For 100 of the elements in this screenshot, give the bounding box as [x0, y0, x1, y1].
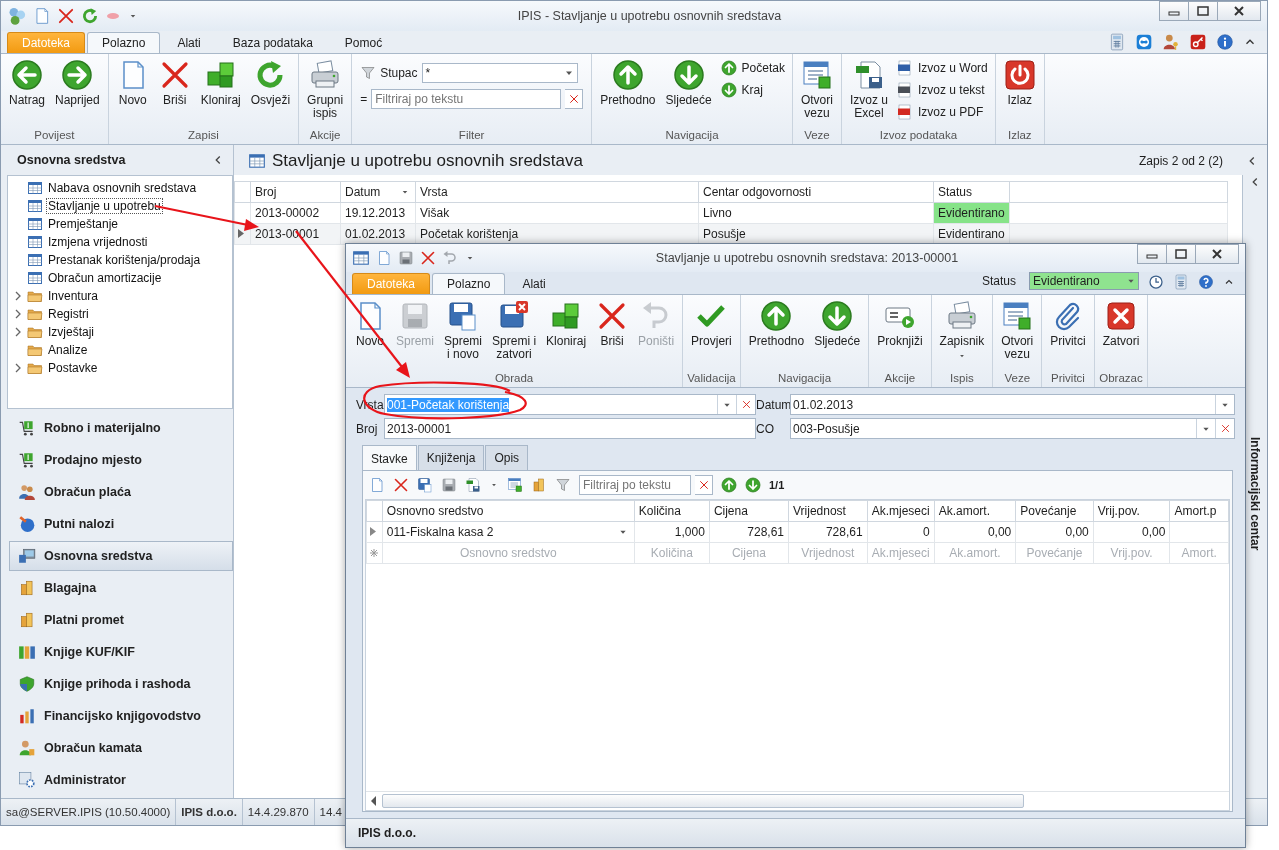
- column-header[interactable]: Vrij.pov.: [1093, 500, 1170, 522]
- export-file-icon: [896, 104, 913, 120]
- tab[interactable]: Opis: [485, 445, 529, 470]
- column-header[interactable]: Vrijednost: [788, 500, 868, 522]
- ribbon-button[interactable]: Naprijed: [51, 57, 104, 110]
- ribbon-tab[interactable]: Alati: [507, 273, 561, 294]
- ribbon-tab[interactable]: Pomoć: [329, 32, 398, 53]
- ribbon-button[interactable]: Otvori vezu: [997, 298, 1038, 364]
- status-dropdown[interactable]: Evidentirano: [1029, 272, 1139, 290]
- tree-item[interactable]: Stavljanje u upotrebu: [46, 198, 163, 214]
- tab[interactable]: Stavke: [362, 445, 417, 470]
- ribbon-button[interactable]: Izvoz u PDF: [893, 103, 991, 121]
- tree-item[interactable]: Postavke: [46, 360, 100, 376]
- cubes-icon: [204, 59, 237, 91]
- tree-item[interactable]: Analize: [46, 342, 90, 358]
- tree-item[interactable]: Obračun amortizacije: [46, 270, 164, 286]
- module-button[interactable]: Platni promet: [9, 605, 233, 635]
- ribbon-button[interactable]: Osvježi: [246, 57, 295, 110]
- column-header[interactable]: Količina: [634, 500, 710, 522]
- ribbon-button[interactable]: Otvori vezu: [796, 57, 837, 123]
- clear-button[interactable]: [695, 475, 713, 495]
- ribbon-button[interactable]: Kloniraj: [542, 298, 591, 351]
- module-button[interactable]: Financijsko knjigovodstvo: [9, 701, 233, 731]
- column-header[interactable]: Centar odgovornosti: [698, 181, 934, 203]
- module-button[interactable]: Prodajno mjesto: [9, 445, 233, 475]
- module-button[interactable]: Obračun plaća: [9, 477, 233, 507]
- minimize-button[interactable]: [1137, 244, 1167, 264]
- tree-item[interactable]: Nabava osnovnih sredstava: [46, 180, 199, 196]
- maximize-button[interactable]: [1166, 244, 1196, 264]
- ribbon-button[interactable]: Kloniraj: [196, 57, 245, 110]
- column-header[interactable]: Ak.mjeseci: [867, 500, 935, 522]
- ribbon-button[interactable]: Kraj: [717, 81, 788, 99]
- column-header[interactable]: Datum: [340, 181, 416, 203]
- module-button[interactable]: Robno i materijalno: [9, 413, 233, 443]
- ribbon-button[interactable]: Prethodno: [596, 57, 660, 110]
- ribbon-button[interactable]: Prethodno: [744, 298, 809, 351]
- ribbon-button[interactable]: Proknjiži: [873, 298, 927, 351]
- ribbon-button[interactable]: Briši: [592, 298, 633, 351]
- module-button[interactable]: Obračun kamata: [9, 733, 233, 763]
- delete-icon: [393, 477, 409, 493]
- field-label: Stupac: [380, 66, 418, 80]
- tree-item[interactable]: Izmjena vrijednosti: [46, 234, 150, 250]
- column-header[interactable]: Amort.p: [1169, 500, 1229, 522]
- input-field[interactable]: 2013-00001: [384, 418, 756, 439]
- tree-item[interactable]: Izvještaji: [46, 324, 96, 340]
- ribbon-button[interactable]: Sljedeće: [810, 298, 865, 351]
- column-header[interactable]: Vrsta: [415, 181, 699, 203]
- ribbon-button[interactable]: Natrag: [5, 57, 50, 110]
- ribbon-tab[interactable]: Polazno: [432, 273, 506, 294]
- clock-icon: [1148, 274, 1164, 290]
- filter-input[interactable]: Filtriraj po tekstu: [371, 89, 562, 109]
- ribbon-button[interactable]: Grupni ispis: [303, 57, 348, 123]
- key-icon: [1189, 33, 1207, 51]
- module-button[interactable]: Putni nalozi: [9, 509, 233, 539]
- ribbon-button[interactable]: Izvoz u Word: [893, 59, 991, 77]
- horizontal-scrollbar[interactable]: [366, 791, 1229, 810]
- column-header[interactable]: Broj: [250, 181, 341, 203]
- module-button[interactable]: Administrator: [9, 765, 233, 795]
- tree-item[interactable]: Prestanak korištenja/prodaja: [46, 252, 203, 268]
- ribbon-button[interactable]: Izvoz u tekst: [893, 81, 991, 99]
- ribbon-button[interactable]: Privitci: [1046, 298, 1090, 351]
- ribbon-tab[interactable]: Alati: [162, 32, 216, 53]
- tree-item[interactable]: Inventura: [46, 288, 101, 304]
- module-button[interactable]: Knjige prihoda i rashoda: [9, 669, 233, 699]
- clear-button[interactable]: [565, 89, 584, 109]
- tree-item[interactable]: Premještanje: [46, 216, 121, 232]
- filter-input[interactable]: Filtriraj po tekstu: [579, 475, 691, 495]
- module-button[interactable]: Osnovna sredstva: [9, 541, 233, 571]
- ribbon-button[interactable]: Briši: [154, 57, 195, 110]
- ribbon-button[interactable]: Izlaz: [999, 57, 1040, 110]
- ribbon-button[interactable]: Sljedeće: [661, 57, 716, 110]
- tree-item[interactable]: Registri: [46, 306, 91, 322]
- ribbon-button[interactable]: Zatvori: [1098, 298, 1144, 351]
- column-header[interactable]: Povećanje: [1015, 500, 1094, 522]
- column-header[interactable]: Ak.amort.: [934, 500, 1016, 522]
- ribbon-tab[interactable]: Baza podataka: [217, 32, 328, 53]
- maximize-icon: [1175, 249, 1187, 259]
- module-button[interactable]: Knjige KUF/KIF: [9, 637, 233, 667]
- module-button[interactable]: Blagajna: [9, 573, 233, 603]
- input-field[interactable]: 003-Posušje: [790, 418, 1235, 439]
- ribbon-button[interactable]: Izvoz u Excel: [845, 57, 892, 123]
- side-panel-tab[interactable]: Informacijski centar: [1248, 437, 1262, 551]
- column-header[interactable]: Status: [933, 181, 1010, 203]
- ribbon-button[interactable]: Spremi i zatvori: [488, 298, 541, 364]
- ribbon-button[interactable]: Početak: [717, 59, 788, 77]
- close-button[interactable]: [1217, 1, 1261, 21]
- tab[interactable]: Knjiženja: [417, 445, 485, 470]
- column-header[interactable]: Osnovno sredstvo: [382, 500, 635, 522]
- ribbon-button[interactable]: Zapisnik: [935, 298, 989, 364]
- ribbon-tab[interactable]: Polazno: [87, 32, 161, 53]
- ribbon-button[interactable]: Spremi i novo: [440, 298, 487, 364]
- minimize-button[interactable]: [1159, 1, 1189, 21]
- folder-icon: [27, 324, 43, 340]
- column-header[interactable]: Cijena: [709, 500, 789, 522]
- close-button[interactable]: [1195, 244, 1239, 264]
- input-field[interactable]: 01.02.2013: [790, 394, 1235, 415]
- column-dropdown[interactable]: *: [421, 63, 578, 83]
- ribbon-button[interactable]: Provjeri: [687, 298, 736, 351]
- maximize-button[interactable]: [1188, 1, 1218, 21]
- ribbon-button[interactable]: Novo: [112, 57, 153, 110]
